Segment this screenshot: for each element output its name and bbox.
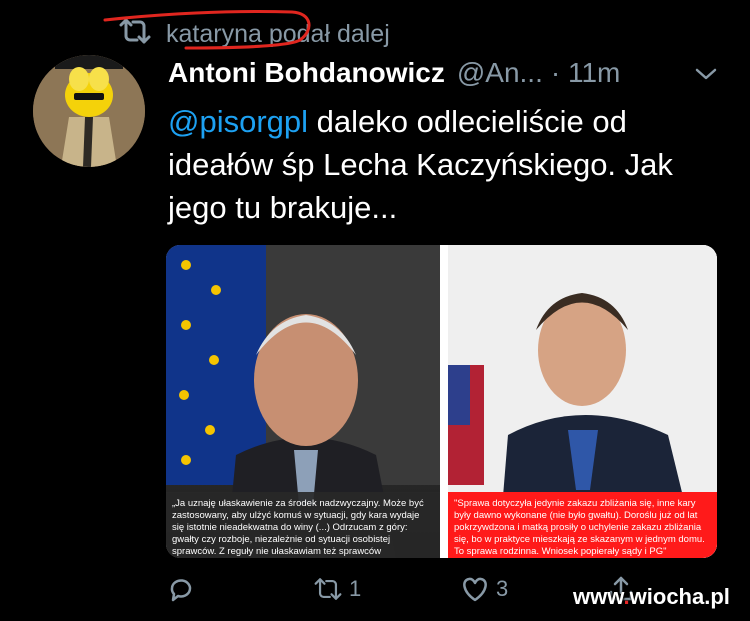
watermark-site: wiocha.pl <box>629 584 730 609</box>
watermark: www.wiocha.pl <box>573 584 730 610</box>
reply-icon <box>170 579 192 602</box>
avatar[interactable] <box>33 55 145 167</box>
like-button[interactable]: 3 <box>460 574 508 604</box>
mention-link[interactable]: @pisorgpl <box>168 104 308 139</box>
retweet-action-icon <box>314 578 342 600</box>
heart-icon <box>463 577 487 602</box>
tweet-header: Antoni Bohdanowicz @An... · 11m <box>168 57 620 89</box>
author-name[interactable]: Antoni Bohdanowicz <box>168 57 445 89</box>
watermark-prefix: www <box>573 584 624 609</box>
media-panel-right: "Sprawa dotyczyła jedynie zakazu zbliżan… <box>448 245 717 558</box>
retweet-context: kataryna podał dalej <box>118 16 390 52</box>
media-panel-left: „Ja uznaję ułaskawienie za środek nadzwy… <box>166 245 440 558</box>
retweet-count: 1 <box>349 576 362 601</box>
media-quote-right: "Sprawa dotyczyła jedynie zakazu zbliżan… <box>448 492 717 558</box>
tweet-media[interactable]: „Ja uznaję ułaskawienie za środek nadzwy… <box>166 245 717 558</box>
retweet-button[interactable]: 1 <box>313 574 361 604</box>
retweet-label[interactable]: kataryna podał dalej <box>166 20 390 49</box>
reply-button[interactable] <box>166 574 196 604</box>
tweet-timestamp[interactable]: · 11m <box>551 57 621 89</box>
media-quote-left: „Ja uznaję ułaskawienie za środek nadzwy… <box>166 492 440 558</box>
retweet-icon <box>118 16 152 53</box>
author-handle[interactable]: @An... <box>457 57 543 89</box>
avatar-image <box>33 55 145 167</box>
chevron-down-icon[interactable] <box>694 66 718 82</box>
tweet-text: @pisorgpl daleko odlecieliście od ideałó… <box>168 100 728 229</box>
like-count: 3 <box>496 576 509 601</box>
